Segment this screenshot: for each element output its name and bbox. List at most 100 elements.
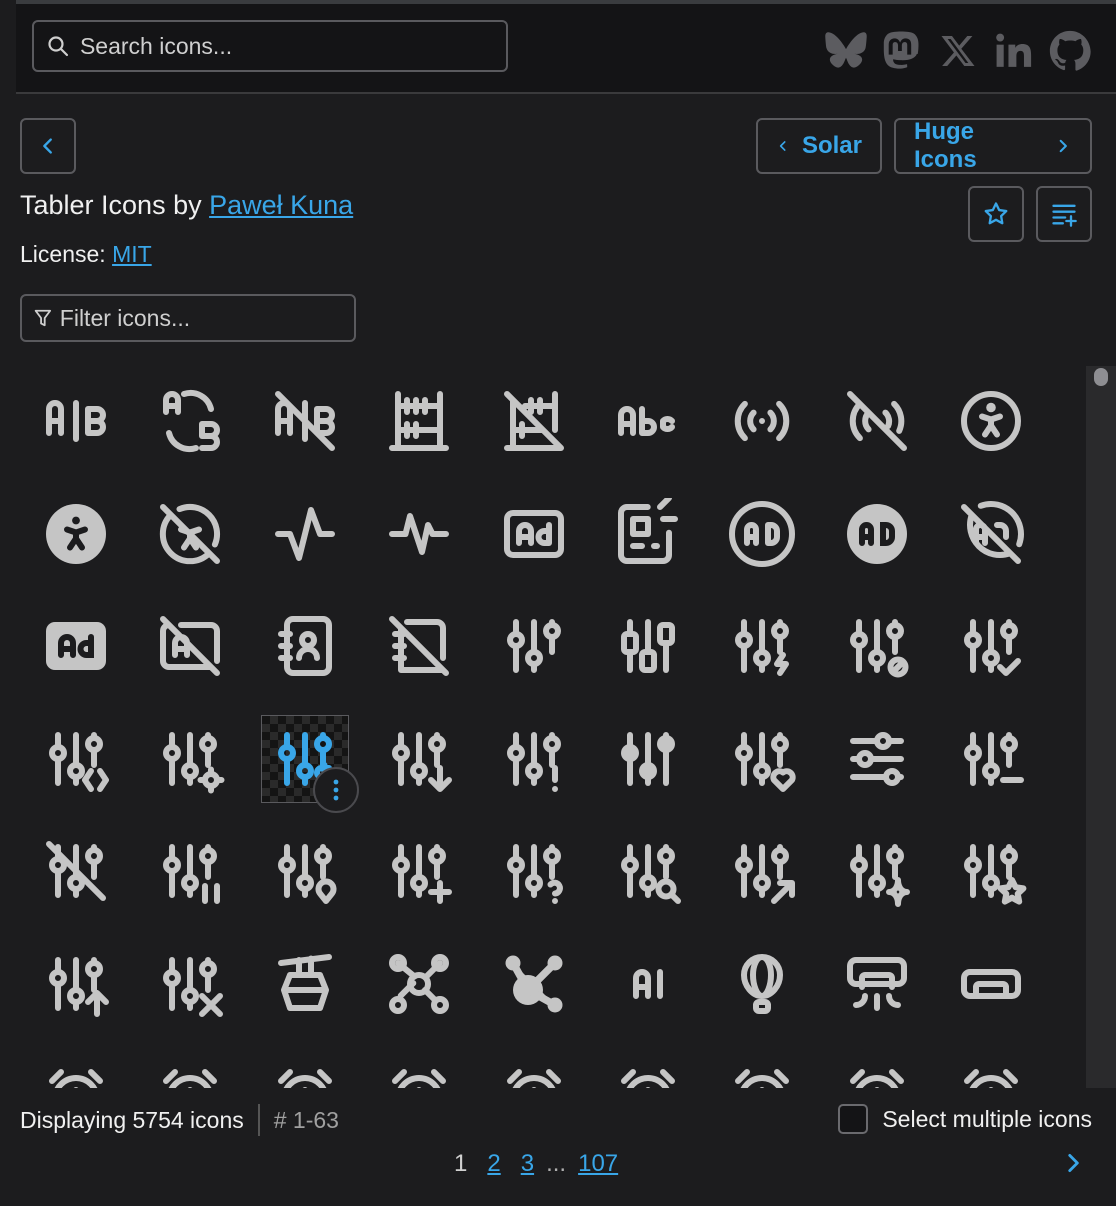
select-multiple-label: Select multiple icons	[882, 1105, 1092, 1132]
activity-icon[interactable]	[261, 490, 349, 578]
adjustments-check-icon[interactable]	[947, 602, 1035, 690]
alarm-8-icon[interactable]	[833, 1052, 921, 1088]
abacus-off-icon[interactable]	[490, 377, 578, 465]
icon-grid	[18, 366, 1084, 1088]
alarm-5-icon[interactable]	[490, 1052, 578, 1088]
a-b-2-icon[interactable]	[146, 377, 234, 465]
star-icon	[984, 202, 1008, 225]
air-conditioning-disabled-icon[interactable]	[947, 940, 1035, 1028]
icon-menu-button[interactable]	[313, 767, 359, 813]
adjustments-pin-icon[interactable]	[261, 827, 349, 915]
add-to-list-button[interactable]	[1036, 186, 1092, 242]
alarm-1-icon[interactable]	[32, 1052, 120, 1088]
alarm-3-icon[interactable]	[261, 1052, 349, 1088]
adjustments-question-icon[interactable]	[490, 827, 578, 915]
range-text: # 1-63	[273, 1106, 339, 1133]
scrollbar[interactable]	[1086, 366, 1116, 1088]
back-button[interactable]	[20, 118, 76, 174]
ad-circle-icon[interactable]	[718, 490, 806, 578]
adjustments-spark-icon[interactable]	[833, 827, 921, 915]
github-icon[interactable]	[1042, 28, 1098, 74]
linkedin-icon[interactable]	[986, 28, 1042, 74]
address-book-icon[interactable]	[261, 602, 349, 690]
ad-off-icon[interactable]	[146, 602, 234, 690]
adjustments-exclamation-icon[interactable]	[490, 715, 578, 803]
next-pack-button[interactable]: Huge Icons	[894, 118, 1092, 174]
adjustments-horizontal-icon[interactable]	[833, 715, 921, 803]
prev-pack-button[interactable]: Solar	[756, 118, 882, 174]
ad-circle-off-icon[interactable]	[947, 490, 1035, 578]
filter-icon	[34, 309, 52, 327]
search-box[interactable]	[32, 20, 508, 72]
adjustments-share-icon[interactable]	[718, 827, 806, 915]
scrollbar-thumb[interactable]	[1094, 368, 1108, 386]
chevron-right-icon	[1059, 139, 1068, 153]
alarm-4-icon[interactable]	[375, 1052, 463, 1088]
accessible-icon[interactable]	[947, 377, 1035, 465]
adjustments-heart-icon[interactable]	[718, 715, 806, 803]
social-links	[818, 28, 1098, 74]
author-link[interactable]: Paweł Kuna	[209, 190, 353, 220]
accessible-filled-icon[interactable]	[32, 490, 120, 578]
adjustments-off-icon[interactable]	[32, 827, 120, 915]
a-b-off-icon[interactable]	[261, 377, 349, 465]
abacus-icon[interactable]	[375, 377, 463, 465]
ai-icon[interactable]	[604, 940, 692, 1028]
address-book-off-icon[interactable]	[375, 602, 463, 690]
abc-icon[interactable]	[604, 377, 692, 465]
alarm-2-icon[interactable]	[146, 1052, 234, 1088]
adjustments-cog-icon[interactable]	[146, 715, 234, 803]
chevron-right-icon	[1068, 1154, 1079, 1172]
next-pack-label: Huge Icons	[914, 118, 977, 173]
adjustments-search-icon[interactable]	[604, 827, 692, 915]
a-b-icon[interactable]	[32, 377, 120, 465]
adjustments-icon[interactable]	[490, 602, 578, 690]
displaying-text: Displaying 5754 icons	[20, 1106, 244, 1133]
favorite-button[interactable]	[968, 186, 1024, 242]
activity-heartbeat-icon[interactable]	[375, 490, 463, 578]
filter-input[interactable]	[57, 303, 354, 333]
adjustments-up-icon[interactable]	[32, 940, 120, 1028]
page-link-last[interactable]: 107	[578, 1150, 618, 1178]
air-conditioning-icon[interactable]	[833, 940, 921, 1028]
adjustments-code-icon[interactable]	[32, 715, 120, 803]
adjustments-x-icon[interactable]	[146, 940, 234, 1028]
aerial-lift-icon[interactable]	[261, 940, 349, 1028]
adjustments-filled-icon[interactable]	[604, 715, 692, 803]
alarm-7-icon[interactable]	[718, 1052, 806, 1088]
playlist-add-icon	[1052, 204, 1077, 227]
x-icon[interactable]	[930, 28, 986, 74]
access-point-icon[interactable]	[718, 377, 806, 465]
select-multiple[interactable]: Select multiple icons	[838, 1104, 1092, 1134]
adjustments-cancel-icon[interactable]	[833, 602, 921, 690]
page-link[interactable]: 3	[521, 1150, 534, 1178]
bluesky-icon[interactable]	[818, 28, 874, 74]
search-input[interactable]	[77, 31, 506, 61]
page-current: 1	[454, 1150, 468, 1177]
adjustments-star-icon[interactable]	[947, 827, 1035, 915]
access-point-off-icon[interactable]	[833, 377, 921, 465]
ad-2-icon[interactable]	[604, 490, 692, 578]
adjustments-down-icon[interactable]	[375, 715, 463, 803]
alarm-6-icon[interactable]	[604, 1052, 692, 1088]
alarm-9-icon[interactable]	[947, 1052, 1035, 1088]
select-multiple-checkbox[interactable]	[838, 1104, 869, 1134]
license-link[interactable]: MIT	[112, 241, 152, 267]
accessible-off-icon[interactable]	[146, 490, 234, 578]
ad-icon[interactable]	[490, 490, 578, 578]
adjustments-minus-icon[interactable]	[947, 715, 1035, 803]
affiliate-icon[interactable]	[375, 940, 463, 1028]
adjustments-plus-icon[interactable]	[375, 827, 463, 915]
air-balloon-icon[interactable]	[718, 940, 806, 1028]
affiliate-filled-icon[interactable]	[490, 940, 578, 1028]
page-link[interactable]: 2	[487, 1150, 500, 1178]
pack-title: Tabler Icons by Paweł Kuna	[20, 190, 353, 221]
ad-circle-filled-icon[interactable]	[833, 490, 921, 578]
ad-filled-icon[interactable]	[32, 602, 120, 690]
mastodon-icon[interactable]	[874, 28, 930, 74]
filter-box[interactable]	[20, 294, 356, 342]
adjustments-pause-icon[interactable]	[146, 827, 234, 915]
next-page-button[interactable]	[1060, 1150, 1086, 1181]
adjustments-bolt-icon[interactable]	[718, 602, 806, 690]
adjustments-alt-icon[interactable]	[604, 602, 692, 690]
